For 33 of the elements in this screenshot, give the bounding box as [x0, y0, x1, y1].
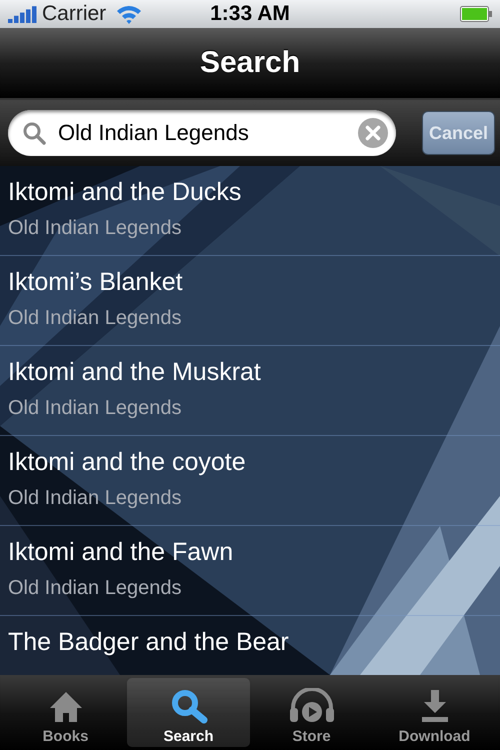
result-row[interactable]: Iktomi’s Blanket Old Indian Legends [0, 256, 500, 346]
story-title: Iktomi’s Blanket [8, 268, 184, 297]
tab-bar-item[interactable]: Download [373, 678, 496, 747]
book-title: Old Indian Legends [8, 577, 182, 600]
search-input[interactable]: Old Indian Legends [56, 119, 348, 147]
tab-bar-item[interactable]: Search [127, 678, 250, 747]
search-field[interactable]: Old Indian Legends [8, 110, 396, 156]
home-icon [48, 690, 84, 724]
clear-icon[interactable] [358, 118, 388, 148]
book-title: Old Indian Legends [8, 487, 182, 510]
tab-bar-item[interactable]: Store [250, 678, 373, 747]
tab-bar-item[interactable]: Books [4, 678, 127, 747]
book-title: Old Indian Legends [8, 397, 182, 420]
story-title: Iktomi and the Muskrat [8, 358, 262, 387]
signal-icon [8, 5, 38, 23]
clock-time: 1:33 AM [210, 2, 290, 26]
book-title: Old Indian Legends [8, 217, 182, 240]
screen-title: Search [200, 46, 300, 80]
search-icon [22, 121, 46, 145]
story-title: Iktomi and the Fawn [8, 538, 234, 567]
story-title: Iktomi and the Ducks [8, 178, 242, 207]
story-title: Iktomi and the coyote [8, 448, 247, 477]
result-row[interactable]: Iktomi and the Ducks Old Indian Legends [0, 166, 500, 256]
result-row[interactable]: Iktomi and the coyote Old Indian Legends [0, 436, 500, 526]
result-row[interactable]: Iktomi and the Muskrat Old Indian Legends [0, 346, 500, 436]
download-icon [420, 688, 450, 724]
story-title: The Badger and the Bear [8, 628, 290, 657]
wifi-icon [116, 4, 142, 24]
book-title: Old Indian Legends [8, 307, 182, 330]
result-row[interactable]: Iktomi and the Fawn Old Indian Legends [0, 526, 500, 616]
carrier-name: Carrier [42, 2, 106, 26]
result-row[interactable]: The Badger and the Bear [0, 616, 500, 675]
battery-icon [460, 6, 492, 22]
